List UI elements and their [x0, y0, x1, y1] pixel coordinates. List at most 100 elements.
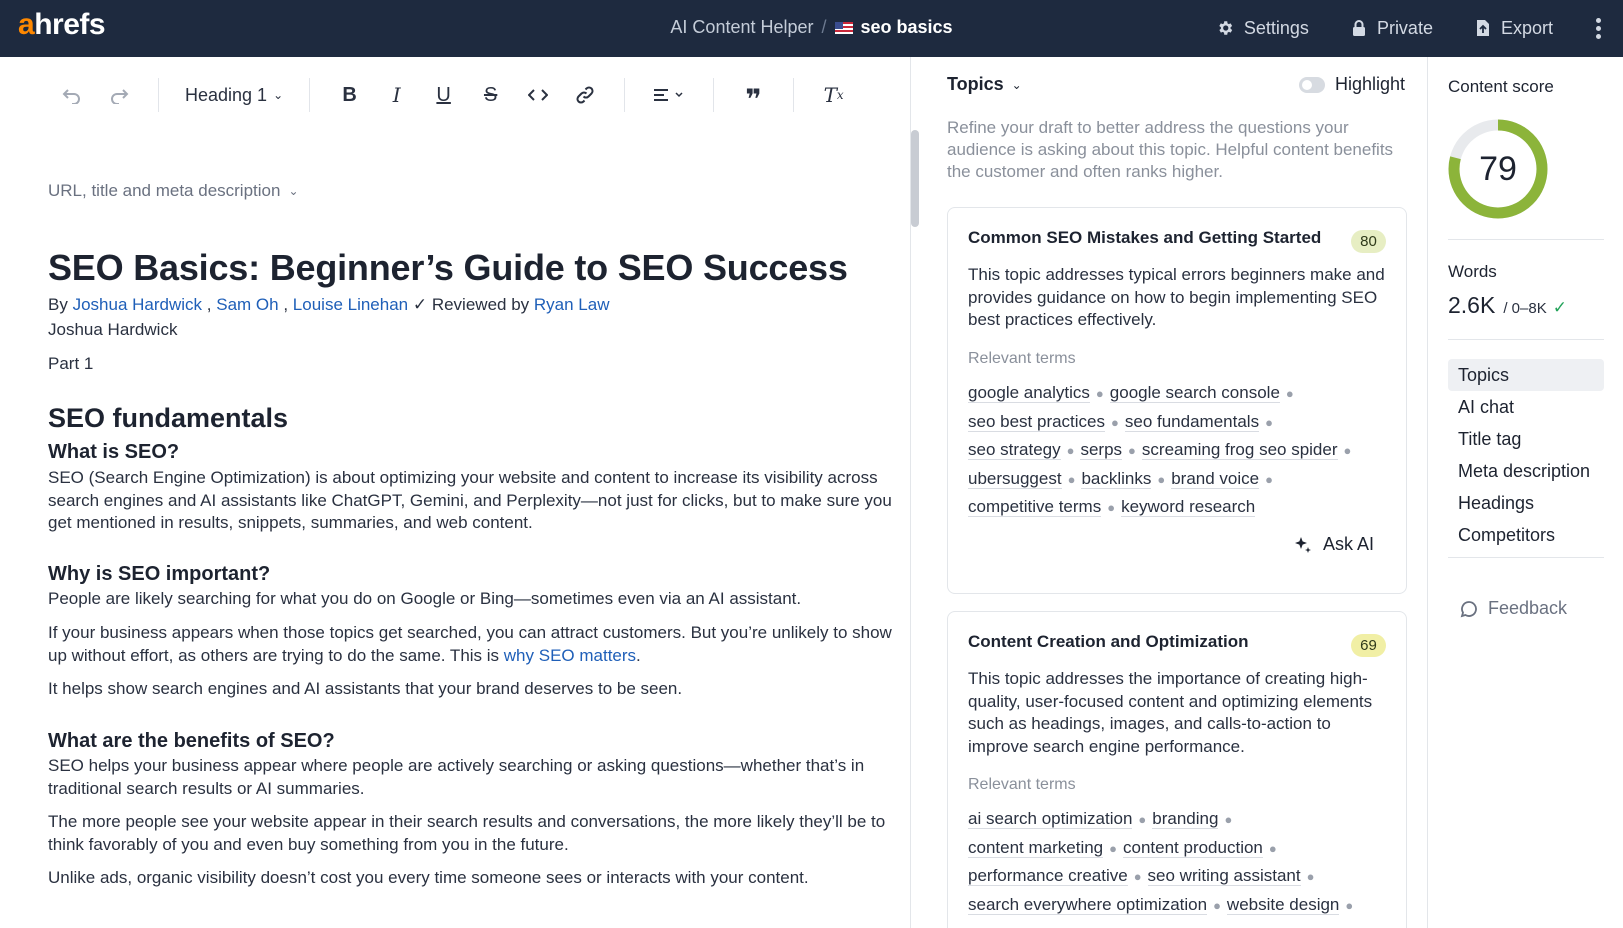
author-line[interactable]: Joshua Hardwick: [48, 319, 908, 342]
export-button[interactable]: Export: [1475, 18, 1553, 39]
sidebar-item-meta-description[interactable]: Meta description: [1448, 455, 1604, 487]
term[interactable]: performance creative: [968, 866, 1128, 886]
chevron-down-icon: ⌄: [288, 184, 299, 198]
align-icon[interactable]: [641, 77, 697, 113]
chevron-down-icon: ⌄: [1011, 77, 1022, 92]
gear-icon: [1219, 21, 1233, 35]
paragraph[interactable]: People are likely searching for what you…: [48, 588, 908, 611]
term[interactable]: website design: [1226, 894, 1340, 915]
inline-link[interactable]: why SEO matters: [504, 646, 636, 665]
chevron-down-icon: ⌄: [273, 88, 284, 102]
topic-title: Content Creation and Optimization: [968, 632, 1249, 651]
author-link[interactable]: Louise Linehan: [293, 295, 408, 314]
score-sidebar: Content score 79 Words 2.6K / 0–8K ✓ Top…: [1427, 57, 1623, 928]
sidebar-divider: [1448, 239, 1604, 240]
editor-scrollbar[interactable]: [911, 130, 919, 227]
term[interactable]: serps: [1080, 440, 1123, 460]
document-name[interactable]: seo basics: [861, 17, 953, 37]
topic-card[interactable]: Common SEO Mistakes and Getting Started …: [947, 207, 1407, 594]
term[interactable]: keyword research: [1121, 497, 1256, 517]
term[interactable]: screaming frog seo spider: [1141, 440, 1338, 460]
paragraph[interactable]: SEO (Search Engine Optimization) is abou…: [48, 467, 908, 535]
sidebar-divider: [1448, 339, 1604, 340]
paragraph[interactable]: Unlike ads, organic visibility doesn’t c…: [48, 867, 908, 890]
topic-title: Common SEO Mistakes and Getting Started: [968, 228, 1322, 247]
more-options-icon[interactable]: [1595, 17, 1601, 39]
term[interactable]: seo fundamentals: [1124, 411, 1260, 432]
part-label[interactable]: Part 1: [48, 353, 908, 376]
subheading[interactable]: What is SEO?: [48, 441, 908, 464]
sidebar-item-topics[interactable]: Topics: [1448, 359, 1604, 391]
bold-icon[interactable]: B: [326, 77, 373, 113]
export-icon: [1476, 20, 1489, 36]
topics-dropdown[interactable]: Topics ⌄: [947, 74, 1022, 95]
toolbar-divider: [158, 78, 159, 112]
paragraph[interactable]: If your business appears when those topi…: [48, 622, 908, 667]
topics-panel: Topics ⌄ Highlight Refine your draft to b…: [927, 57, 1427, 928]
italic-icon[interactable]: I: [373, 77, 420, 113]
author-link[interactable]: Joshua Hardwick: [73, 295, 202, 314]
sidebar-item-title-tag[interactable]: Title tag: [1448, 423, 1604, 455]
term[interactable]: competitive terms: [968, 497, 1102, 517]
subheading[interactable]: What are the benefits of SEO?: [48, 730, 908, 753]
topic-card[interactable]: Content Creation and Optimization 69 Thi…: [947, 611, 1407, 928]
redo-icon[interactable]: [95, 77, 142, 113]
us-flag-icon: [834, 22, 853, 34]
words-label: Words: [1448, 262, 1497, 281]
undo-icon[interactable]: [48, 77, 95, 113]
toolbar-divider: [713, 78, 715, 112]
privacy-button[interactable]: Private: [1351, 18, 1433, 39]
quote-icon[interactable]: ❞: [730, 77, 777, 115]
reviewer-link[interactable]: Ryan Law: [534, 295, 610, 314]
relevant-terms-list: google analytics ● google search console ● …: [968, 383, 1352, 517]
editor-pane: Heading 1 ⌄ B I U S ❞ Tx URL, title and m…: [0, 57, 926, 928]
paragraph[interactable]: It helps show search engines and AI assi…: [48, 678, 908, 701]
paragraph[interactable]: SEO helps your business appear where peo…: [48, 755, 908, 800]
toggle-switch[interactable]: [1298, 76, 1325, 93]
word-count: 2.6K / 0–8K ✓: [1448, 292, 1567, 318]
link-icon[interactable]: [561, 77, 608, 113]
term[interactable]: ai search optimization: [968, 809, 1133, 829]
chat-bubble-icon: [1460, 600, 1477, 617]
ask-ai-button[interactable]: Ask AI: [1293, 534, 1374, 555]
term[interactable]: content marketing: [968, 837, 1104, 858]
term[interactable]: seo strategy: [968, 440, 1061, 460]
topic-description: This topic addresses the importance of c…: [968, 669, 1373, 756]
term[interactable]: content production: [1123, 837, 1263, 858]
term[interactable]: google analytics: [968, 383, 1090, 403]
term[interactable]: seo writing assistant: [1147, 866, 1301, 886]
relevant-terms-label: Relevant terms: [968, 350, 1076, 367]
heading-level-select[interactable]: Heading 1 ⌄: [175, 77, 293, 113]
meta-description-toggle[interactable]: URL, title and meta description ⌄: [48, 181, 299, 201]
toolbar-divider: [309, 78, 311, 112]
breadcrumb-root[interactable]: AI Content Helper: [670, 17, 813, 37]
content-score-label: Content score: [1448, 77, 1554, 96]
term[interactable]: ubersuggest: [968, 468, 1062, 489]
code-icon[interactable]: [514, 77, 561, 113]
sidebar-item-headings[interactable]: Headings: [1448, 487, 1604, 519]
term[interactable]: brand voice: [1171, 468, 1260, 489]
term[interactable]: google search console: [1109, 383, 1280, 403]
settings-button[interactable]: Settings: [1216, 18, 1309, 39]
sparkle-icon: [1294, 536, 1311, 553]
top-bar: ahrefs AI Content Helper / seo basics Sett…: [0, 0, 1623, 57]
term[interactable]: backlinks: [1081, 468, 1152, 489]
author-link[interactable]: Sam Oh: [216, 295, 278, 314]
strikethrough-icon[interactable]: S: [467, 77, 514, 113]
subheading[interactable]: Why is SEO important?: [48, 563, 908, 586]
sidebar-item-competitors[interactable]: Competitors: [1448, 519, 1604, 551]
term[interactable]: seo best practices: [968, 411, 1106, 432]
term[interactable]: search everywhere optimization: [968, 894, 1208, 915]
article-title[interactable]: SEO Basics: Beginner’s Guide to SEO Succ…: [48, 247, 848, 289]
toolbar-divider: [624, 78, 626, 112]
term[interactable]: branding: [1152, 809, 1219, 829]
clear-format-icon[interactable]: Tx: [810, 77, 857, 113]
underline-icon[interactable]: U: [420, 77, 467, 113]
topic-score-badge: 69: [1351, 634, 1386, 657]
relevant-terms-label: Relevant terms: [968, 776, 1076, 793]
paragraph[interactable]: The more people see your website appear …: [48, 811, 908, 856]
feedback-button[interactable]: Feedback: [1460, 598, 1567, 619]
sidebar-item-ai-chat[interactable]: AI chat: [1448, 391, 1604, 423]
section-heading[interactable]: SEO fundamentals: [48, 403, 908, 434]
highlight-toggle[interactable]: Highlight: [1298, 74, 1405, 95]
